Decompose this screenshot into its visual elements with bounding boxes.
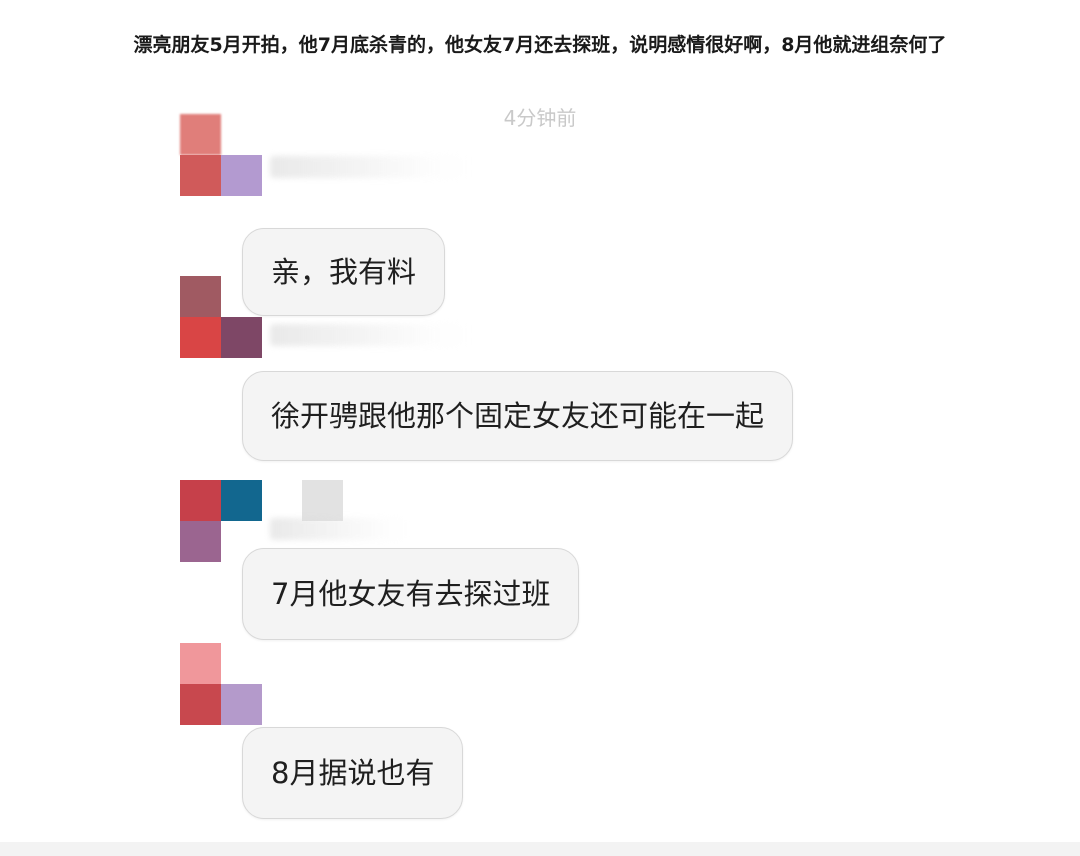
avatar[interactable]: [180, 276, 262, 358]
blurred-tile: [302, 480, 343, 521]
message-bubble[interactable]: 8月据说也有: [242, 727, 464, 819]
message-bubble[interactable]: 亲，我有料: [242, 228, 446, 316]
message-bubble[interactable]: 徐开骋跟他那个固定女友还可能在一起: [242, 371, 794, 461]
sender-name-blurred: [270, 156, 470, 178]
avatar[interactable]: [180, 480, 262, 562]
bottom-strip: [0, 842, 1080, 856]
caption-text: 漂亮朋友5月开拍，他7月底杀青的，他女友7月还去探班，说明感情很好啊，8月他就进…: [133, 34, 947, 56]
avatar[interactable]: [180, 114, 262, 196]
avatar[interactable]: [180, 643, 262, 725]
sender-name-blurred: [270, 324, 470, 346]
sender-name-blurred: [270, 518, 410, 540]
message-bubble[interactable]: 7月他女友有去探过班: [242, 548, 580, 640]
chat-timestamp: 4分钟前: [503, 106, 577, 130]
chat-area[interactable]: 4分钟前 亲，我有料 徐开骋跟他那个固定女友还可能在一起 7月他女友有去探过班: [0, 80, 1080, 856]
